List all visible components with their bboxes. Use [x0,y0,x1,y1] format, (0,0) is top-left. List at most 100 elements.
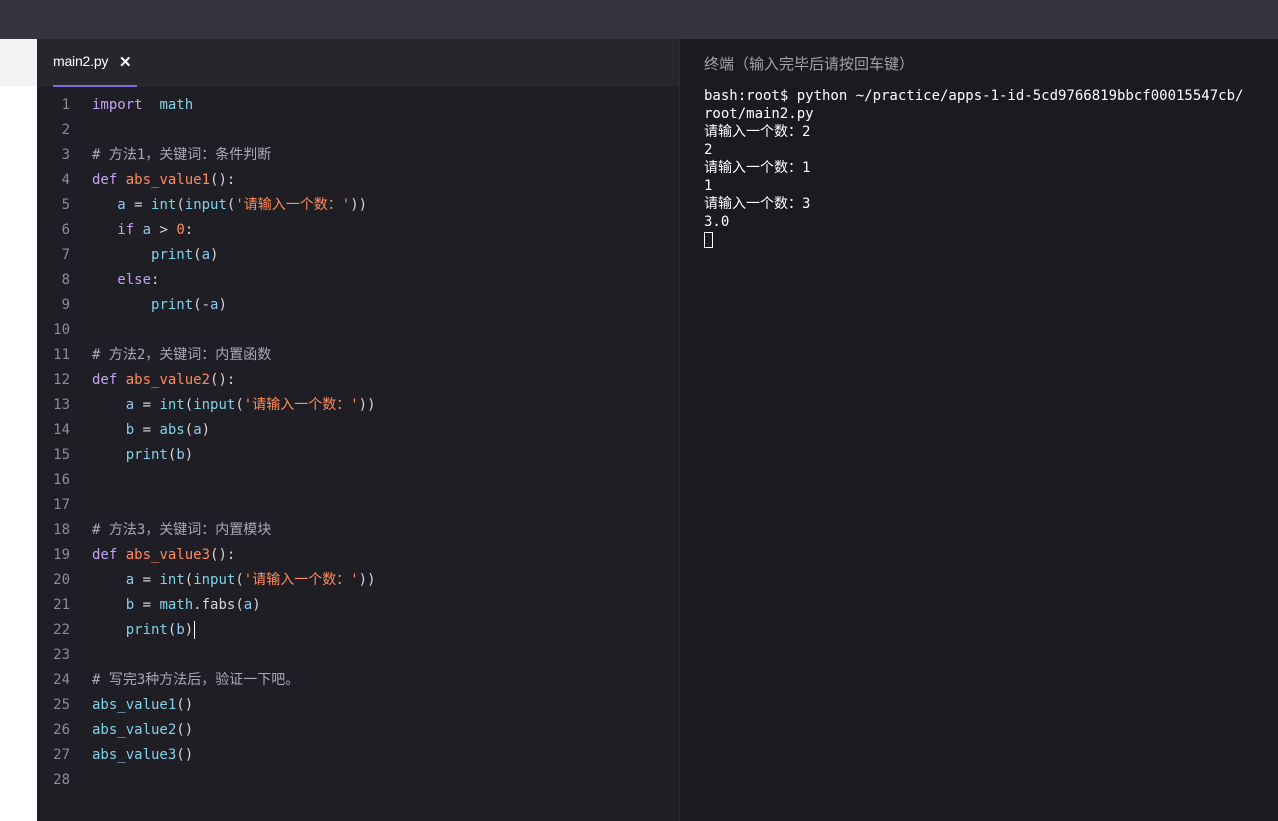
line-number: 9 [61,297,70,313]
code-token: abs [159,422,185,438]
line-number: 13 [53,397,70,413]
code-token: > [151,222,177,238]
terminal-line: 请输入一个数：2 [704,124,811,140]
code-line[interactable]: 5 a = int(input('请输入一个数：')) [37,193,679,218]
line-number: 17 [53,497,70,513]
code-token: a [125,572,135,588]
code-line[interactable]: 14 b = abs(a) [37,418,679,443]
code-token: a [201,247,211,263]
left-panel-header [0,39,37,86]
line-number: 19 [53,547,70,563]
code-text: import math [92,93,193,118]
top-bar [0,0,1278,39]
code-token: '请输入一个数：' [243,397,359,413]
terminal-prompt-line[interactable] [704,231,1278,249]
line-number: 14 [53,422,70,438]
code-text: b = math.fabs(a) [92,593,261,618]
code-line[interactable]: 26 abs_value2() [37,718,679,743]
code-line[interactable]: 19 def abs_value3(): [37,543,679,568]
code-line[interactable]: 24 # 写完3种方法后，验证一下吧。 [37,668,679,693]
code-token: '请输入一个数：' [243,572,359,588]
code-token: )) [358,572,376,588]
code-token: (): [210,372,236,388]
code-line[interactable]: 22 print(b) [37,618,679,643]
code-token: ( [184,397,194,413]
code-line[interactable]: 2 [37,118,679,143]
code-text: abs_value3() [92,743,193,768]
code-line[interactable]: 7 print(a) [37,243,679,268]
code-text: def abs_value2(): [92,368,235,393]
code-token: print [125,447,168,463]
terminal-output[interactable]: bash:root$ python ~/practice/apps-1-id-5… [704,87,1278,249]
code-area[interactable]: 1 import math 2 3 # 方法1，关键词：条件判断 4 def abs_val… [37,93,679,793]
code-line[interactable]: 18 # 方法3，关键词：内置模块 [37,518,679,543]
code-line[interactable]: 28 [37,768,679,793]
code-editor[interactable]: main2.py ✕ 1 import math 2 3 # 方法1，关键词：条件判断 4… [37,39,679,821]
code-token: () [176,697,194,713]
code-text: # 方法2，关键词：内置函数 [92,343,271,368]
code-token: input [193,397,236,413]
editor-tab-bar: main2.py ✕ [37,39,679,87]
code-token: def [92,547,118,563]
line-number: 8 [61,272,70,288]
code-line[interactable]: 3 # 方法1，关键词：条件判断 [37,143,679,168]
code-line[interactable]: 9 print(-a) [37,293,679,318]
terminal-cursor [704,232,713,248]
code-line[interactable]: 27 abs_value3() [37,743,679,768]
code-text: a = int(input('请输入一个数：')) [92,193,367,218]
code-text: # 写完3种方法后，验证一下吧。 [92,668,299,693]
line-number: 4 [61,172,70,188]
terminal-title: 终端（输入完毕后请按回车键） [704,56,915,73]
code-line[interactable]: 4 def abs_value1(): [37,168,679,193]
tab-main2-py[interactable]: main2.py ✕ [37,39,137,87]
code-token: = [125,197,152,213]
terminal-line: bash:root$ python ~/practice/apps-1-id-5… [704,88,1244,104]
code-token: )) [350,197,368,213]
code-line[interactable]: 11 # 方法2，关键词：内置函数 [37,343,679,368]
active-tab-indicator [53,85,137,87]
code-token: () [176,722,194,738]
code-token: math [159,597,194,613]
code-line[interactable]: 23 [37,643,679,668]
code-line[interactable]: 13 a = int(input('请输入一个数：')) [37,393,679,418]
code-token: b [125,422,135,438]
code-line[interactable]: 20 a = int(input('请输入一个数：')) [37,568,679,593]
code-text: if a > 0: [92,218,193,243]
line-number: 24 [53,672,70,688]
code-text: print(b) [92,443,193,468]
code-line[interactable]: 21 b = math.fabs(a) [37,593,679,618]
code-token: (): [210,547,236,563]
code-token: int [159,572,185,588]
code-token: ) [210,247,219,263]
code-token: ) [201,422,211,438]
code-token: print [125,622,168,638]
code-line[interactable]: 15 print(b) [37,443,679,468]
code-token: ) [218,297,227,313]
close-icon[interactable]: ✕ [119,53,132,71]
code-line[interactable]: 25 abs_value1() [37,693,679,718]
code-line[interactable]: 10 [37,318,679,343]
code-token: abs_value1 [125,172,211,188]
terminal-panel[interactable]: 终端（输入完毕后请按回车键） bash:root$ python ~/pract… [680,39,1278,821]
line-number: 28 [53,772,70,788]
line-number: 12 [53,372,70,388]
code-line[interactable]: 1 import math [37,93,679,118]
code-line[interactable]: 6 if a > 0: [37,218,679,243]
code-token: abs_value2 [125,372,211,388]
code-token: int [159,397,185,413]
code-token: def [92,372,118,388]
tab-filename: main2.py [53,53,109,69]
code-line[interactable]: 16 [37,468,679,493]
code-line[interactable]: 12 def abs_value2(): [37,368,679,393]
code-token: a [142,222,152,238]
code-text: else: [92,268,159,293]
code-line[interactable]: 17 [37,493,679,518]
code-token: abs_value3 [125,547,211,563]
terminal-line: 2 [704,142,713,158]
code-line[interactable]: 8 else: [37,268,679,293]
